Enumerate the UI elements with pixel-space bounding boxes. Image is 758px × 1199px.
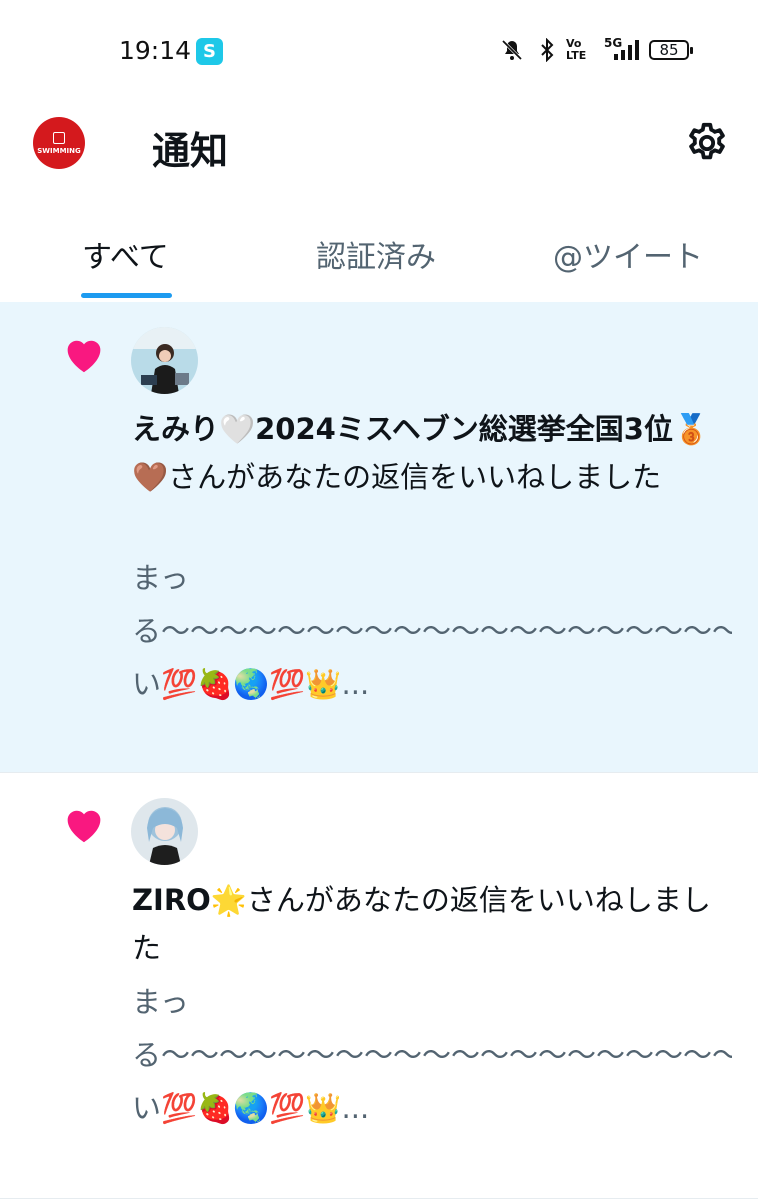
notification-item[interactable]: えみり🤍2024ミスヘブン総選挙全国3位🥉🤎さんがあなたの返信をいいねしました …: [0, 302, 758, 773]
user-name[interactable]: ZIRO🌟: [132, 883, 247, 917]
avatar-text: SWIMMING: [37, 146, 81, 155]
profile-avatar-button[interactable]: SWIMMING: [33, 117, 85, 169]
bag-icon: [53, 131, 65, 144]
status-time: 19:14: [119, 36, 192, 65]
status-bar: 19:14 S Vo LTE 5G 85: [0, 0, 758, 100]
volte-icon: Vo LTE: [566, 37, 587, 62]
battery-indicator: 85: [649, 40, 693, 60]
bluetooth-icon: [541, 38, 554, 62]
avatar[interactable]: [131, 798, 198, 865]
heart-icon: [67, 340, 101, 373]
tab-all[interactable]: すべて: [82, 232, 169, 276]
tab-mentions[interactable]: @ツイート: [553, 232, 703, 276]
avatar-image: [131, 327, 198, 394]
gear-icon[interactable]: [684, 120, 730, 166]
battery-level: 85: [659, 41, 679, 59]
reply-preview: まっる〜〜〜〜〜〜〜〜〜〜〜〜〜〜〜〜〜〜〜〜〜〜〜〜〜〜〜〜〜〜〜〜〜〜〜〜〜…: [132, 561, 732, 701]
notification-action: さんがあなたの返信をいいねしました: [168, 460, 662, 494]
app-notification-icon: S: [196, 38, 223, 65]
avatar-image: [131, 798, 198, 865]
notification-text: えみり🤍2024ミスヘブン総選挙全国3位🥉🤎さんがあなたの返信をいいねしました: [132, 405, 732, 501]
avatar[interactable]: [131, 327, 198, 394]
notification-item[interactable]: ZIRO🌟さんがあなたの返信をいいねしました まっる〜〜〜〜〜〜〜〜〜〜〜〜〜〜…: [0, 774, 758, 1199]
reply-preview: まっる〜〜〜〜〜〜〜〜〜〜〜〜〜〜〜〜〜〜〜〜〜〜〜〜〜〜〜〜〜〜〜〜〜〜〜〜〜…: [132, 985, 732, 1125]
notification-text: ZIRO🌟さんがあなたの返信をいいねしました: [132, 876, 732, 972]
app-header: SWIMMING 通知: [0, 100, 758, 195]
mute-bell-icon: [501, 39, 523, 61]
heart-icon: [67, 810, 101, 843]
tab-verified[interactable]: 認証済み: [316, 232, 436, 276]
active-tab-indicator: [81, 293, 172, 298]
notification-tabs: すべて 認証済み @ツイート: [0, 210, 758, 303]
signal-icon: [614, 40, 639, 60]
page-title: 通知: [152, 129, 229, 173]
